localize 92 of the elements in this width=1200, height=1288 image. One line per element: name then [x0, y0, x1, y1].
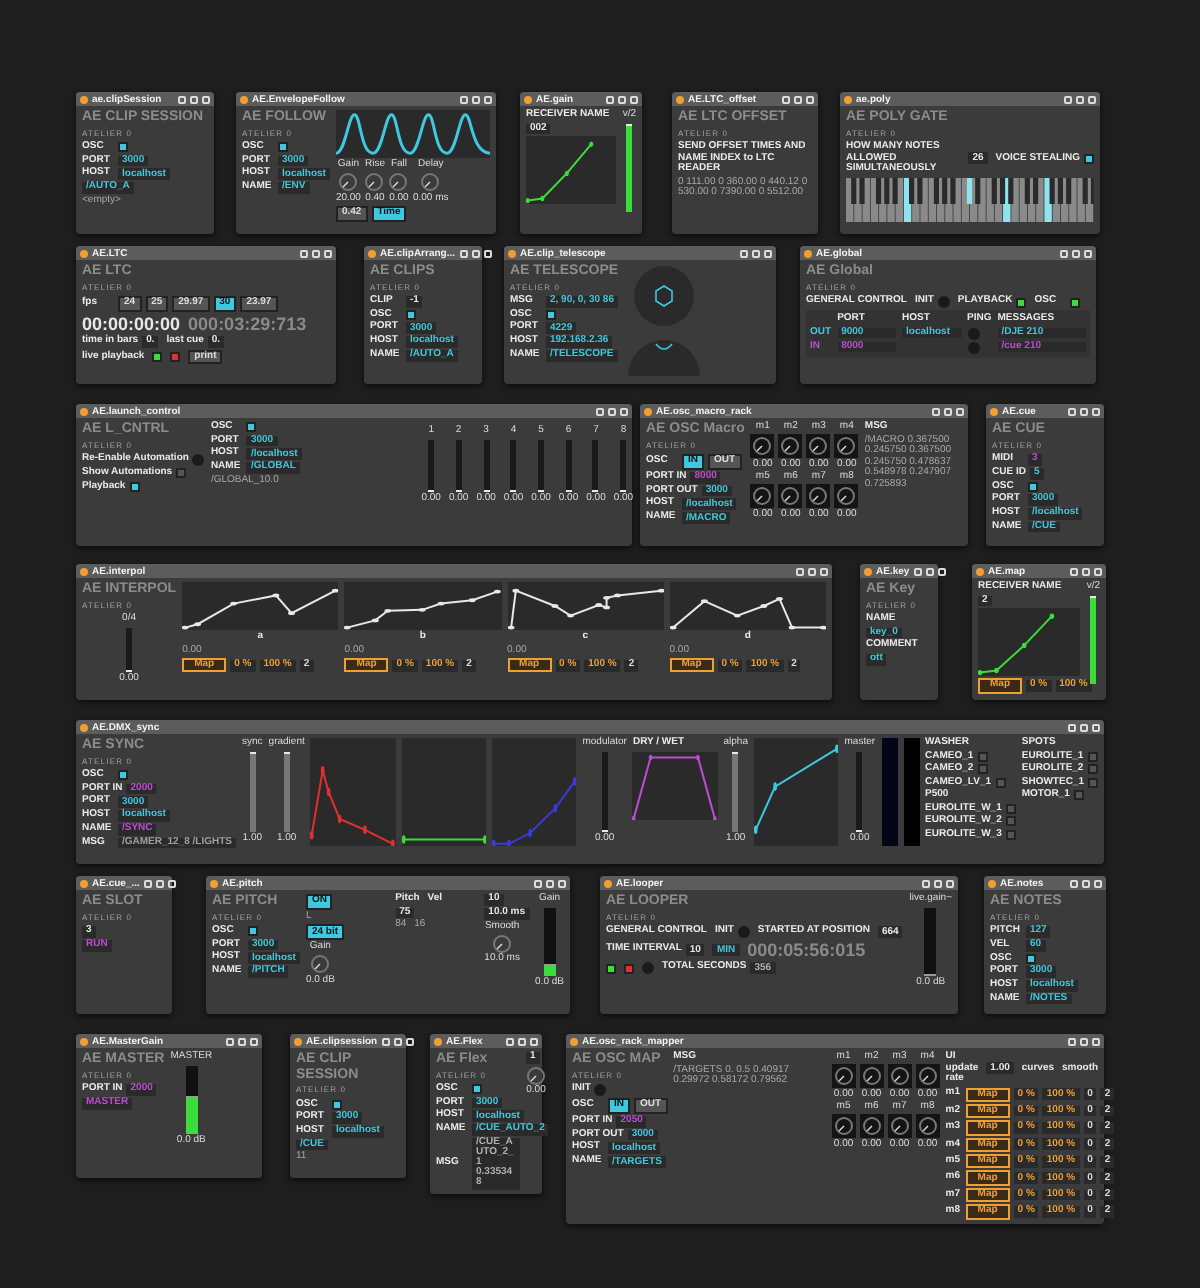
- curve-graph[interactable]: [753, 738, 839, 846]
- toggle[interactable]: [1016, 297, 1027, 307]
- knob[interactable]: [492, 933, 513, 954]
- toggle[interactable]: [170, 351, 181, 362]
- curve-graph[interactable]: [526, 136, 617, 205]
- knob[interactable]: [778, 434, 803, 458]
- time-display: 00:00:00:00: [82, 313, 181, 334]
- toggle[interactable]: [248, 926, 258, 937]
- toggle[interactable]: [606, 963, 616, 973]
- power-dot-icon[interactable]: [80, 249, 88, 257]
- toggle[interactable]: [977, 764, 988, 775]
- power-dot-icon[interactable]: [294, 1037, 302, 1045]
- toggle[interactable]: [1005, 816, 1016, 827]
- toggle[interactable]: [278, 142, 288, 153]
- toggle[interactable]: [332, 1099, 342, 1110]
- toggle[interactable]: [118, 770, 128, 781]
- power-dot-icon[interactable]: [240, 95, 248, 103]
- power-dot-icon[interactable]: [676, 95, 684, 103]
- power-dot-icon[interactable]: [644, 407, 652, 415]
- toggle[interactable]: [472, 1084, 482, 1095]
- knob[interactable]: [859, 1064, 884, 1088]
- toggle[interactable]: [1087, 764, 1098, 775]
- toggle[interactable]: [546, 310, 556, 321]
- toggle[interactable]: [624, 963, 634, 973]
- toggle[interactable]: [1005, 829, 1016, 840]
- power-dot-icon[interactable]: [988, 879, 996, 887]
- power-dot-icon[interactable]: [80, 95, 88, 103]
- knob[interactable]: [750, 484, 775, 508]
- knob[interactable]: [915, 1064, 940, 1088]
- curve-graph[interactable]: [978, 608, 1081, 677]
- fader[interactable]: [283, 751, 290, 831]
- piano-keyboard-drawing[interactable]: [846, 177, 1094, 221]
- power-dot-icon[interactable]: [524, 95, 532, 103]
- time-display: 000:05:56:015: [747, 940, 866, 960]
- curve-graph[interactable]: [507, 582, 664, 630]
- power-dot-icon[interactable]: [80, 1037, 88, 1045]
- power-dot-icon[interactable]: [80, 879, 88, 887]
- toggle[interactable]: [246, 422, 257, 433]
- level-meter: [543, 907, 556, 975]
- knob[interactable]: [806, 484, 831, 508]
- toggle[interactable]: [1005, 803, 1016, 814]
- toggle[interactable]: [406, 310, 416, 321]
- knob[interactable]: [831, 1114, 856, 1138]
- knob[interactable]: [887, 1064, 912, 1088]
- curve-graph[interactable]: [669, 582, 826, 630]
- knob[interactable]: [887, 1114, 912, 1138]
- power-dot-icon[interactable]: [976, 567, 984, 575]
- toggle[interactable]: [995, 777, 1006, 788]
- power-dot-icon[interactable]: [604, 879, 612, 887]
- toggle[interactable]: [977, 751, 988, 762]
- toggle[interactable]: [118, 142, 128, 153]
- level-meter: [185, 1065, 198, 1133]
- fader[interactable]: [1090, 595, 1097, 683]
- knob[interactable]: [915, 1114, 940, 1138]
- power-dot-icon[interactable]: [80, 567, 88, 575]
- fader[interactable]: [732, 751, 739, 831]
- knob[interactable]: [750, 434, 775, 458]
- knob[interactable]: [806, 434, 831, 458]
- toggle[interactable]: [1087, 751, 1098, 762]
- toggle[interactable]: [176, 468, 187, 479]
- toggle[interactable]: [1084, 153, 1094, 164]
- telescope-disc-drawing: [624, 264, 705, 376]
- curve-graph[interactable]: [344, 582, 502, 630]
- toggle[interactable]: [152, 351, 163, 362]
- power-dot-icon[interactable]: [990, 407, 998, 415]
- knob[interactable]: [831, 1064, 856, 1088]
- power-dot-icon[interactable]: [508, 249, 516, 257]
- toggle[interactable]: [129, 481, 140, 492]
- toggle[interactable]: [1026, 953, 1036, 964]
- power-dot-icon[interactable]: [570, 1037, 578, 1045]
- level-meter: [924, 907, 937, 975]
- toggle[interactable]: [1070, 297, 1081, 307]
- fader[interactable]: [626, 123, 633, 211]
- power-dot-icon[interactable]: [80, 407, 88, 415]
- power-dot-icon[interactable]: [844, 95, 852, 103]
- knob[interactable]: [778, 484, 803, 508]
- knob[interactable]: [859, 1114, 884, 1138]
- power-dot-icon[interactable]: [804, 249, 812, 257]
- curve-graph[interactable]: [182, 582, 339, 630]
- toggle[interactable]: [1028, 481, 1038, 492]
- power-dot-icon[interactable]: [864, 567, 872, 575]
- power-dot-icon[interactable]: [80, 723, 88, 731]
- knob[interactable]: [834, 434, 859, 458]
- power-dot-icon[interactable]: [434, 1037, 442, 1045]
- knob[interactable]: [526, 1065, 547, 1086]
- toggle[interactable]: [1088, 777, 1098, 788]
- power-dot-icon[interactable]: [210, 879, 218, 887]
- toggle[interactable]: [1073, 790, 1084, 801]
- time-display: 000:03:29:713: [188, 313, 307, 334]
- knob[interactable]: [834, 484, 859, 508]
- power-dot-icon[interactable]: [368, 249, 376, 257]
- fader[interactable]: [249, 751, 256, 831]
